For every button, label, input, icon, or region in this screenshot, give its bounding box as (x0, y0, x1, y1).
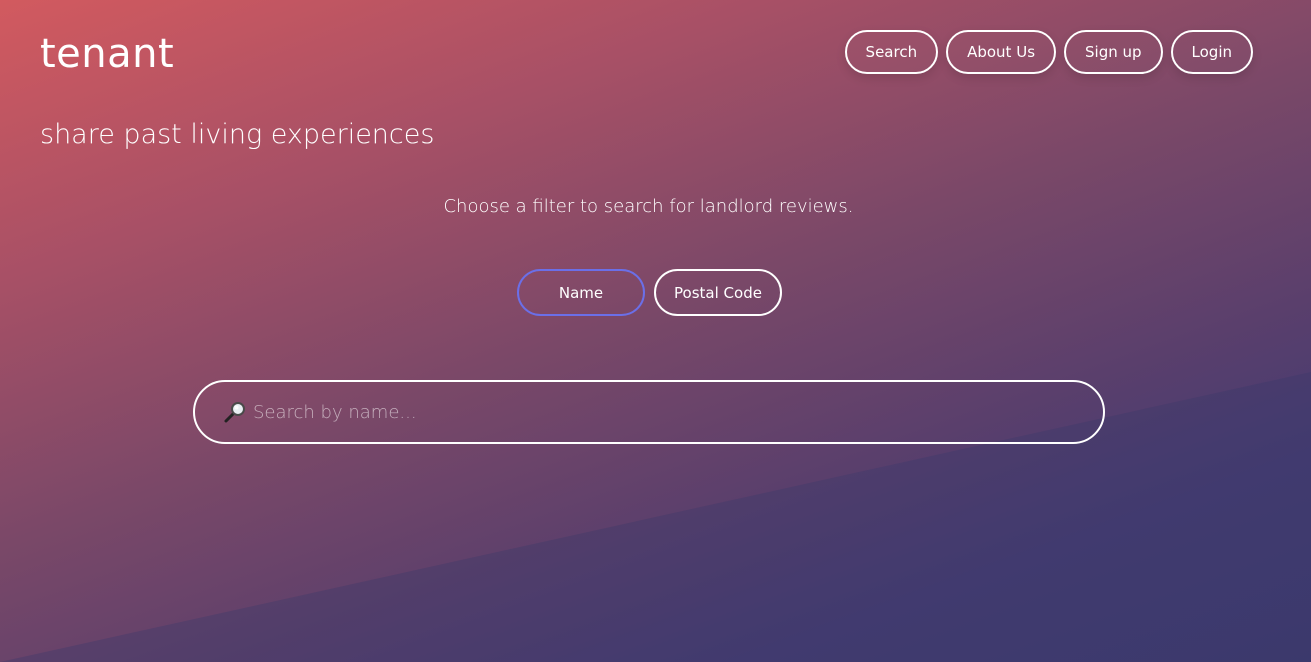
tagline: share past living experiences (40, 119, 435, 150)
top-nav: Search About Us Sign up Login (844, 30, 1253, 74)
nav-sign-up-button[interactable]: Sign up (1064, 30, 1163, 74)
filter-group: Name Postal Code (517, 269, 782, 316)
nav-about-us-button[interactable]: About Us (946, 30, 1057, 74)
search-input[interactable] (251, 391, 1103, 433)
search-bar[interactable] (193, 380, 1105, 444)
magnifying-glass-icon (224, 402, 245, 423)
nav-login-button[interactable]: Login (1170, 30, 1253, 74)
filter-name-button[interactable]: Name (517, 269, 645, 316)
nav-search-button[interactable]: Search (844, 30, 939, 74)
filter-instruction: Choose a filter to search for landlord r… (443, 196, 854, 217)
filter-postal-code-button[interactable]: Postal Code (654, 269, 782, 316)
logo[interactable]: tenant (40, 28, 174, 80)
background-diagonal (0, 372, 1311, 662)
